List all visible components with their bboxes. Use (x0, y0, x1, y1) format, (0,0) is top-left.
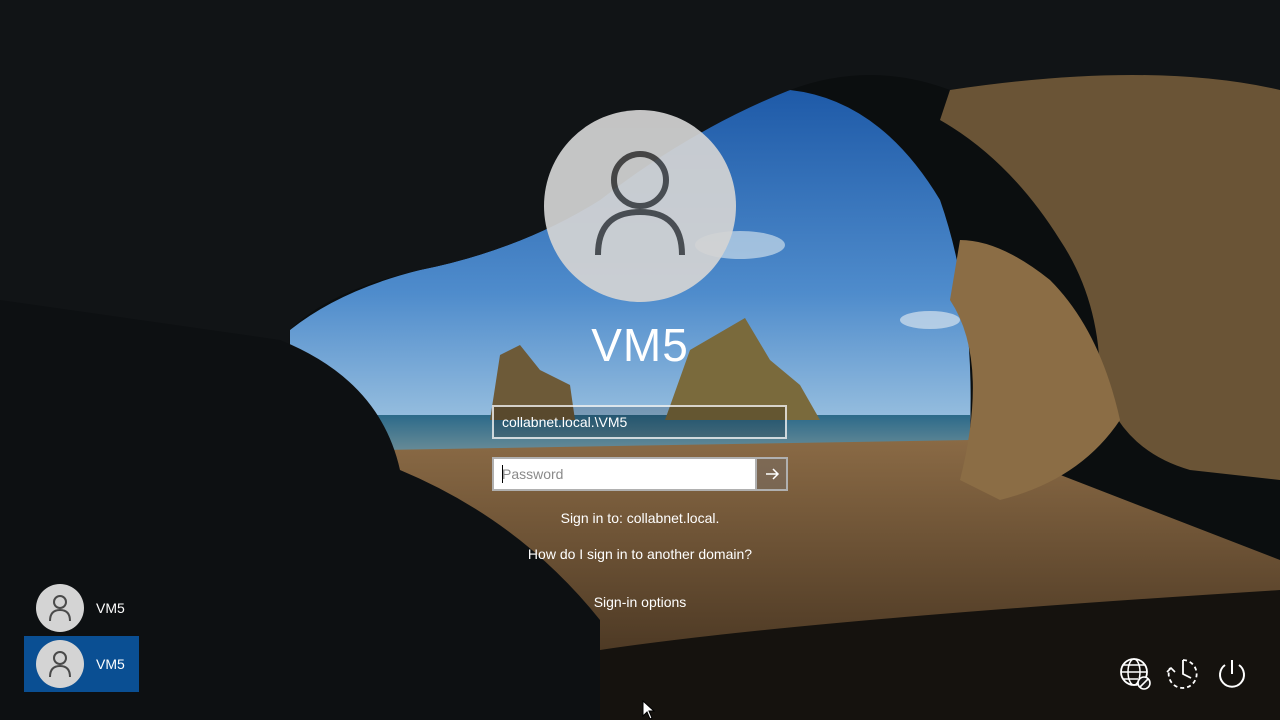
user-icon (49, 595, 71, 622)
user-tile-selected[interactable]: VM5 (24, 636, 139, 692)
mouse-cursor-icon (642, 700, 656, 720)
other-domain-link[interactable]: How do I sign in to another domain? (340, 546, 940, 562)
user-tile[interactable]: VM5 (24, 580, 139, 636)
username-field[interactable]: collabnet.local.\VM5 (492, 405, 787, 439)
user-tile-label: VM5 (96, 656, 125, 672)
sign-in-to-text: Sign in to: collabnet.local. (560, 510, 720, 526)
ease-of-access-button[interactable] (1165, 656, 1201, 692)
submit-button[interactable] (755, 457, 788, 491)
power-button[interactable] (1214, 656, 1250, 692)
arrow-right-icon (765, 468, 779, 480)
text-caret (502, 465, 503, 483)
display-name: VM5 (591, 319, 689, 371)
sign-in-options-link[interactable]: Sign-in options (340, 594, 940, 610)
ease-of-access-icon (1166, 659, 1198, 689)
user-icon (49, 651, 71, 678)
password-input[interactable] (492, 457, 755, 491)
password-row (492, 457, 788, 491)
network-icon (1120, 658, 1151, 690)
user-avatar (36, 584, 84, 632)
user-tile-label: VM5 (96, 600, 125, 616)
user-avatar-large (544, 110, 736, 302)
user-icon (595, 151, 685, 256)
network-button[interactable] (1118, 656, 1154, 692)
power-icon (1219, 660, 1245, 688)
user-avatar (36, 640, 84, 688)
